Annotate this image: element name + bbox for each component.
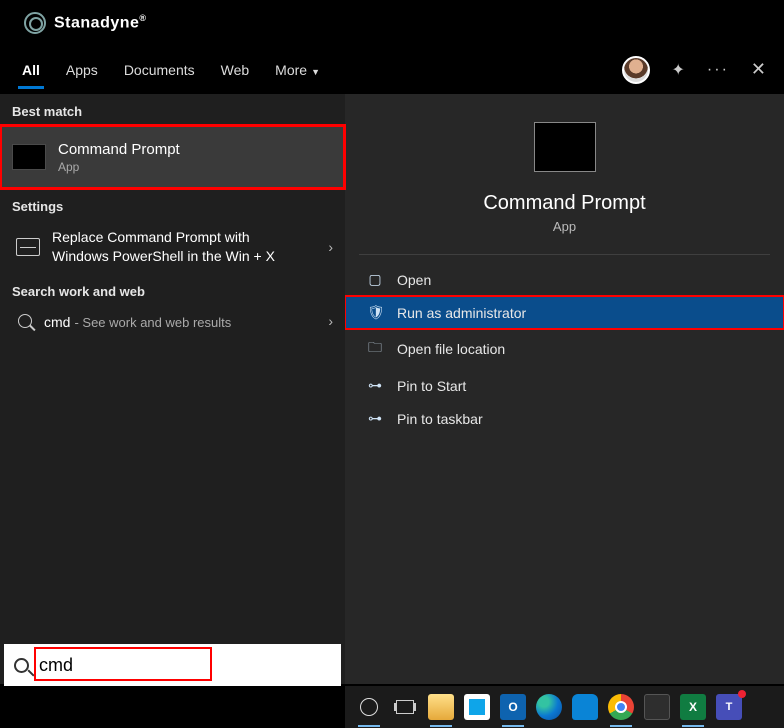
taskbar-taskview-icon[interactable] bbox=[390, 692, 420, 722]
tab-documents[interactable]: Documents bbox=[120, 52, 199, 88]
tab-all[interactable]: All bbox=[18, 52, 44, 88]
chevron-down-icon: ▼ bbox=[311, 67, 320, 77]
results-list: Best match Command Prompt App Settings R… bbox=[0, 94, 345, 684]
open-icon: ▢ bbox=[367, 271, 383, 288]
taskbar-chrome-icon[interactable] bbox=[606, 692, 636, 722]
web-result[interactable]: cmd - See work and web results › bbox=[0, 305, 345, 338]
shield-icon: 🛡 bbox=[367, 304, 383, 321]
chevron-right-icon: › bbox=[328, 239, 333, 255]
tab-apps[interactable]: Apps bbox=[62, 52, 102, 88]
command-prompt-icon bbox=[12, 144, 46, 170]
result-title: Command Prompt bbox=[58, 141, 180, 158]
result-subtitle: App bbox=[58, 160, 180, 174]
detail-title: Command Prompt bbox=[345, 192, 784, 215]
best-match-result[interactable]: Command Prompt App bbox=[0, 125, 345, 189]
taskbar-excel-icon[interactable]: X bbox=[678, 692, 708, 722]
taskbar-edge-icon[interactable] bbox=[534, 692, 564, 722]
action-pin-to-start[interactable]: ⊶ Pin to Start bbox=[345, 369, 784, 402]
search-tabs-bar: All Apps Documents Web More▼ ✦ ··· ✕ bbox=[0, 46, 784, 94]
tab-web[interactable]: Web bbox=[217, 52, 254, 88]
taskbar-file-explorer-icon[interactable] bbox=[426, 692, 456, 722]
tab-more[interactable]: More▼ bbox=[271, 52, 324, 88]
pin-icon: ⊶ bbox=[367, 377, 383, 394]
settings-item-title: Replace Command Prompt with Windows Powe… bbox=[52, 228, 292, 266]
folder-icon: 🗀 bbox=[367, 337, 383, 361]
more-options-icon[interactable]: ··· bbox=[707, 61, 729, 79]
separator bbox=[359, 254, 770, 255]
web-term: cmd bbox=[44, 314, 70, 330]
settings-result[interactable]: Replace Command Prompt with Windows Powe… bbox=[0, 220, 345, 274]
settings-heading: Settings bbox=[0, 189, 345, 220]
search-input[interactable] bbox=[39, 655, 331, 676]
settings-window-icon bbox=[16, 238, 40, 256]
search-icon bbox=[18, 314, 32, 328]
taskbar-store-icon[interactable] bbox=[462, 692, 492, 722]
search-bar[interactable] bbox=[4, 644, 341, 686]
action-run-as-administrator[interactable]: 🛡 Run as administrator bbox=[345, 296, 784, 329]
search-web-heading: Search work and web bbox=[0, 274, 345, 305]
action-open[interactable]: ▢ Open bbox=[345, 263, 784, 296]
taskbar-teams-icon[interactable]: T bbox=[714, 692, 744, 722]
taskbar-files-icon[interactable] bbox=[642, 692, 672, 722]
web-hint: - See work and web results bbox=[74, 315, 231, 330]
brand-bar: Stanadyne® bbox=[0, 0, 784, 46]
taskbar-outlook-icon[interactable]: O bbox=[498, 692, 528, 722]
command-prompt-large-icon bbox=[534, 122, 596, 172]
result-detail-pane: Command Prompt App ▢ Open 🛡 Run as admin… bbox=[345, 94, 784, 684]
close-icon[interactable]: ✕ bbox=[751, 59, 766, 80]
reward-icon[interactable]: ✦ bbox=[672, 60, 685, 80]
chevron-right-icon: › bbox=[328, 313, 333, 329]
user-avatar[interactable] bbox=[622, 56, 650, 84]
brand-logo-icon bbox=[24, 12, 46, 34]
taskbar-onedrive-icon[interactable] bbox=[570, 692, 600, 722]
search-icon bbox=[14, 658, 29, 673]
action-list: ▢ Open 🛡 Run as administrator 🗀 Open fil… bbox=[345, 259, 784, 439]
taskbar: O X T bbox=[0, 686, 784, 728]
search-results-panel: Best match Command Prompt App Settings R… bbox=[0, 94, 784, 684]
action-pin-to-taskbar[interactable]: ⊶ Pin to taskbar bbox=[345, 402, 784, 435]
detail-subtitle: App bbox=[345, 219, 784, 234]
taskbar-cortana-icon[interactable] bbox=[354, 692, 384, 722]
tabs: All Apps Documents Web More▼ bbox=[18, 52, 324, 88]
brand-name: Stanadyne® bbox=[54, 13, 147, 32]
pin-icon: ⊶ bbox=[367, 410, 383, 427]
best-match-heading: Best match bbox=[0, 94, 345, 125]
action-open-file-location[interactable]: 🗀 Open file location bbox=[345, 329, 784, 369]
